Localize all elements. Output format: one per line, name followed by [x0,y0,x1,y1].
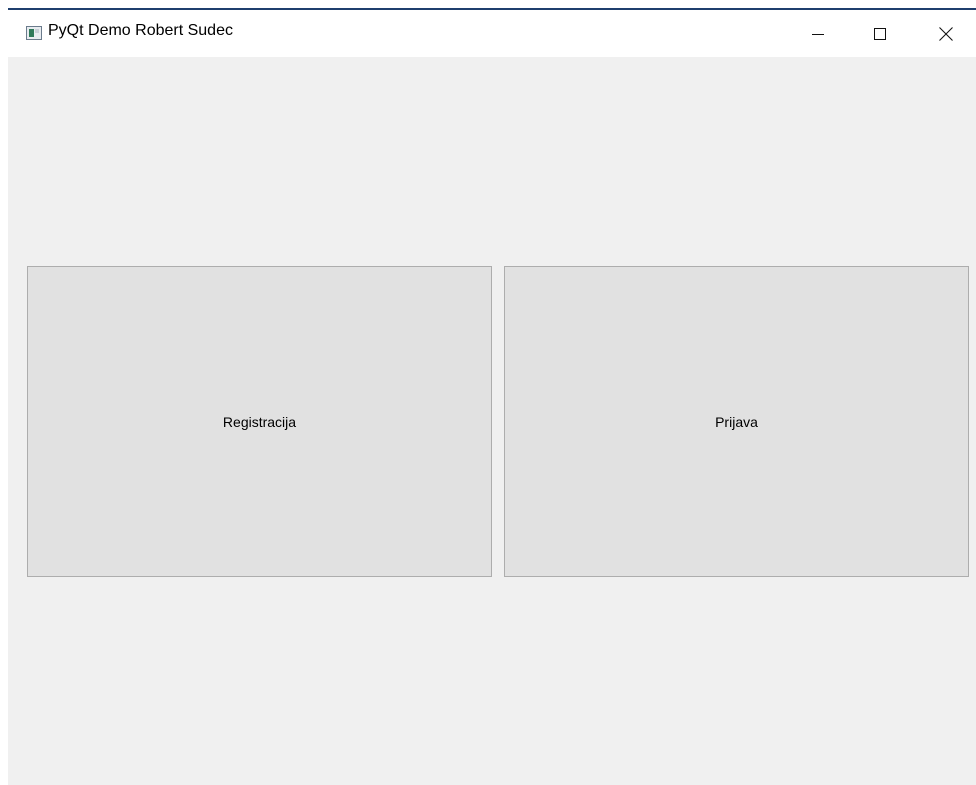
app-icon-panel-left [29,29,34,37]
prijava-button[interactable]: Prijava [504,266,969,577]
app-window-icon[interactable] [26,26,42,40]
registracija-button-label: Registracija [222,413,297,430]
registracija-button[interactable]: Registracija [27,266,492,577]
maximize-button[interactable] [850,10,910,57]
close-icon [939,26,953,41]
app-icon-panel-right [35,29,39,33]
maximize-icon [874,27,886,40]
title-bar[interactable]: PyQt Demo Robert Sudec [8,10,976,57]
minimize-icon [812,33,824,35]
close-button[interactable] [916,10,976,57]
window-title: PyQt Demo Robert Sudec [48,22,233,39]
prijava-button-label: Prijava [715,413,758,430]
minimize-button[interactable] [788,10,848,57]
